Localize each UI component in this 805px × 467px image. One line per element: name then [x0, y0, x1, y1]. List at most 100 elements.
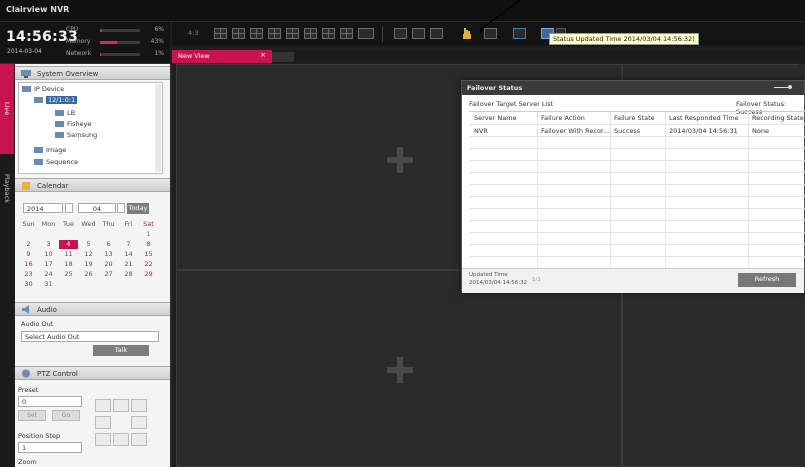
month-select[interactable]: 04: [78, 203, 116, 213]
ptz-down-right-button[interactable]: [131, 433, 147, 446]
calendar-day[interactable]: 23: [19, 270, 38, 279]
network-label: Network: [66, 50, 92, 57]
layout-1x1-icon[interactable]: [214, 28, 227, 39]
calendar-day[interactable]: 28: [119, 270, 138, 279]
ptz-down-left-button[interactable]: [95, 433, 111, 446]
add-camera-icon[interactable]: [387, 147, 413, 173]
calendar-day[interactable]: 7: [119, 240, 138, 249]
add-tab-button[interactable]: [272, 52, 294, 62]
calendar-day[interactable]: 9: [19, 250, 38, 259]
layout-1plus12-icon[interactable]: [322, 28, 335, 39]
calendar-day[interactable]: 27: [99, 270, 118, 279]
calendar-day[interactable]: 3: [39, 240, 58, 249]
calendar-day[interactable]: 14: [119, 250, 138, 259]
calendar-day[interactable]: 29: [139, 270, 158, 279]
sequence-icon[interactable]: [430, 28, 443, 39]
hand-cursor-icon[interactable]: [461, 27, 472, 40]
table-col-divider: [748, 112, 749, 270]
calendar-day[interactable]: 26: [79, 270, 98, 279]
video-cell-4[interactable]: [622, 270, 805, 467]
calendar-day[interactable]: 17: [39, 260, 58, 269]
tree-camera-lb[interactable]: LB: [55, 109, 75, 117]
calendar-day[interactable]: 24: [39, 270, 58, 279]
calendar-day[interactable]: 5: [79, 240, 98, 249]
audio-title: Audio: [37, 306, 57, 314]
calendar-day[interactable]: 2: [19, 240, 38, 249]
panel-splitter[interactable]: [170, 64, 172, 467]
calendar-day[interactable]: 21: [119, 260, 138, 269]
table-row-divider: [469, 172, 805, 173]
preset-go-button[interactable]: Go: [52, 410, 80, 421]
calendar-day[interactable]: 4: [59, 240, 78, 249]
tree-camera-samsung[interactable]: Samsung: [55, 131, 97, 139]
ptz-up-button[interactable]: [113, 399, 129, 412]
year-spin-icon[interactable]: [65, 203, 73, 213]
tree-root[interactable]: IP Device: [22, 85, 64, 93]
calendar-day[interactable]: 1: [139, 230, 158, 239]
calendar-day[interactable]: 8: [139, 240, 158, 249]
table-row-divider: [469, 136, 805, 137]
system-overview-header[interactable]: System Overview: [15, 66, 170, 80]
video-cell-3[interactable]: [176, 270, 622, 467]
calendar-day[interactable]: 16: [19, 260, 38, 269]
col-recording-state: Recording State: [752, 114, 804, 122]
calendar-day[interactable]: 6: [99, 240, 118, 249]
network-meter: Network 1%: [66, 50, 166, 60]
calendar-day[interactable]: 10: [39, 250, 58, 259]
tree-image[interactable]: Image: [34, 146, 66, 154]
year-select[interactable]: 2014: [23, 203, 63, 213]
memory-bar: [100, 41, 140, 44]
calendar-day[interactable]: 11: [59, 250, 78, 259]
updated-time-value: 2014/03/04 14:56:32: [469, 280, 528, 286]
audio-out-value: Select Audio Out: [25, 333, 80, 341]
calendar-day[interactable]: 12: [79, 250, 98, 259]
dialog-header[interactable]: Failover Status: [462, 81, 804, 95]
calendar-day[interactable]: 13: [99, 250, 118, 259]
dialog-minimize-icon[interactable]: [774, 84, 792, 90]
add-camera-icon[interactable]: [387, 357, 413, 383]
side-tab-playback[interactable]: Playback: [0, 154, 14, 224]
ptz-left-button[interactable]: [95, 416, 111, 429]
talk-button[interactable]: Talk: [93, 345, 149, 356]
tree-sequence[interactable]: Sequence: [34, 158, 78, 166]
ptz-header[interactable]: PTZ Control: [15, 366, 170, 380]
refresh-button[interactable]: Refresh: [738, 273, 796, 287]
layout-5x5-icon[interactable]: [340, 28, 353, 39]
layout-3x3-icon[interactable]: [250, 28, 263, 39]
calendar-day[interactable]: 19: [79, 260, 98, 269]
audio-header[interactable]: Audio: [15, 302, 170, 316]
calendar-day[interactable]: 30: [19, 280, 38, 289]
month-spin-icon[interactable]: [117, 203, 125, 213]
calendar-day[interactable]: 25: [59, 270, 78, 279]
ptz-up-left-button[interactable]: [95, 399, 111, 412]
layout-4x4-icon[interactable]: [286, 28, 299, 39]
tab-new-view[interactable]: New View ×: [172, 50, 272, 63]
ptz-right-button[interactable]: [131, 416, 147, 429]
tree-scrollbar[interactable]: [155, 84, 161, 172]
tab-close-icon[interactable]: ×: [260, 51, 266, 59]
calendar-day[interactable]: 22: [139, 260, 158, 269]
tree-camera-fisheye[interactable]: Fisheye: [55, 120, 91, 128]
calendar-day[interactable]: 15: [139, 250, 158, 259]
calendar-day[interactable]: 20: [99, 260, 118, 269]
audio-out-select[interactable]: Select Audio Out: [21, 331, 159, 342]
layout-2x2-icon[interactable]: [232, 28, 245, 39]
fullscreen-icon[interactable]: [394, 28, 407, 39]
ptz-up-right-button[interactable]: [131, 399, 147, 412]
side-tab-live[interactable]: Live: [0, 64, 14, 154]
layout-more-icon[interactable]: [358, 28, 374, 39]
position-step-select[interactable]: 1: [18, 442, 82, 453]
preset-set-button[interactable]: Set: [18, 410, 46, 421]
calendar-day[interactable]: 31: [39, 280, 58, 289]
layout-1plus7-icon[interactable]: [304, 28, 317, 39]
preset-select[interactable]: 0: [18, 396, 82, 407]
tree-device[interactable]: 12/1:0:1: [34, 96, 78, 104]
swap-view-icon[interactable]: [412, 28, 425, 39]
calendar-header[interactable]: Calendar: [15, 178, 170, 192]
today-button[interactable]: Today: [127, 203, 149, 214]
calendar-day[interactable]: 18: [59, 260, 78, 269]
app-title: Clairview NVR: [6, 5, 70, 14]
layout-1plus5-icon[interactable]: [268, 28, 281, 39]
aspect-ratio-label[interactable]: 4:3: [188, 29, 198, 37]
ptz-down-button[interactable]: [113, 433, 129, 446]
